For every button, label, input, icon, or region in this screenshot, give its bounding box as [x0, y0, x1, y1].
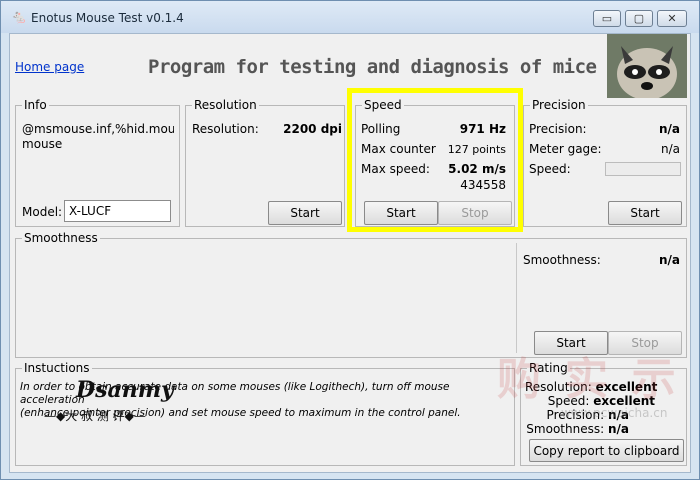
- polling-label: Polling: [361, 122, 401, 136]
- meter-gage-value: n/a: [660, 142, 680, 156]
- rating-smoothness-value: n/a: [607, 422, 629, 436]
- max-counter-value: 127 points: [447, 143, 506, 156]
- smoothness-label: Smoothness:: [523, 253, 601, 267]
- precision-label: Precision:: [529, 122, 587, 136]
- instructions-group: Instuctions In order to obtain accurate …: [15, 361, 515, 466]
- smoothness-legend: Smoothness: [22, 231, 100, 245]
- driver-line-1: @msmouse.inf,%hid.mouse: [22, 122, 174, 136]
- smoothness-group: Smoothness Smoothness: n/a Start Stop: [15, 231, 687, 358]
- resolution-group: Resolution Resolution: 2200 dpi Start: [185, 98, 345, 227]
- precision-value: n/a: [658, 122, 680, 136]
- meter-gage-label: Meter gage:: [529, 142, 602, 156]
- resolution-label: Resolution:: [192, 122, 259, 136]
- rating-smoothness: Smoothness: n/a: [525, 422, 629, 436]
- rating-smoothness-label: Smoothness:: [526, 422, 605, 436]
- resolution-value: 2200 dpi: [283, 122, 342, 136]
- precision-speed-label: Speed:: [529, 162, 571, 176]
- precision-start-button[interactable]: Start: [608, 201, 682, 225]
- signature-overlay: Dsanmy: [76, 377, 174, 403]
- speed-stop-button[interactable]: Stop: [438, 201, 512, 225]
- maximize-button[interactable]: ▢: [625, 10, 653, 27]
- model-label: Model:: [22, 205, 63, 219]
- speed-count-value: 434558: [460, 178, 506, 192]
- resolution-start-button[interactable]: Start: [268, 201, 342, 225]
- polling-value: 971 Hz: [459, 122, 506, 136]
- app-window: 🐁 Enotus Mouse Test v0.1.4 ▭ ▢ ✕ Home pa…: [0, 0, 700, 480]
- smoothness-value: n/a: [658, 253, 680, 267]
- smoothness-divider: [516, 243, 517, 353]
- mouse-icon: 🐁: [11, 10, 28, 25]
- max-speed-label: Max speed:: [361, 162, 430, 176]
- driver-line-2: mouse: [22, 137, 63, 151]
- title-bar[interactable]: 🐁 Enotus Mouse Test v0.1.4 ▭ ▢ ✕: [1, 1, 699, 33]
- watermark-url: www.pcwaicha.cn: [561, 406, 668, 420]
- speed-group: Speed Polling 971 Hz Max counter 127 poi…: [355, 98, 515, 227]
- window-title: Enotus Mouse Test v0.1.4: [31, 11, 184, 25]
- banner-title: Program for testing and diagnosis of mic…: [148, 56, 597, 78]
- minimize-button[interactable]: ▭: [593, 10, 621, 27]
- smoothness-canvas[interactable]: [18, 245, 513, 355]
- precision-group: Precision Precision: n/a Meter gage: n/a…: [523, 98, 687, 227]
- precision-legend: Precision: [530, 98, 588, 112]
- speed-start-button[interactable]: Start: [364, 201, 438, 225]
- instructions-legend: Instuctions: [22, 361, 92, 375]
- max-speed-value: 5.02 m/s: [448, 162, 506, 176]
- watermark-text: 购 实 示: [497, 354, 680, 405]
- info-group: Info @msmouse.inf,%hid.mouse mouse Model…: [15, 98, 180, 227]
- model-field[interactable]: [64, 200, 171, 222]
- copy-report-button[interactable]: Copy report to clipboard: [529, 439, 684, 462]
- close-button[interactable]: ✕: [657, 10, 687, 27]
- precision-speed-gauge: [605, 162, 681, 176]
- max-counter-label: Max counter: [361, 142, 436, 156]
- raccoon-photo: [607, 34, 687, 98]
- speed-legend: Speed: [362, 98, 404, 112]
- home-page-link[interactable]: Home page: [15, 60, 84, 74]
- seal-overlay: —◆大 叔 测 评◆—: [44, 409, 146, 423]
- info-legend: Info: [22, 98, 49, 112]
- resolution-legend: Resolution: [192, 98, 259, 112]
